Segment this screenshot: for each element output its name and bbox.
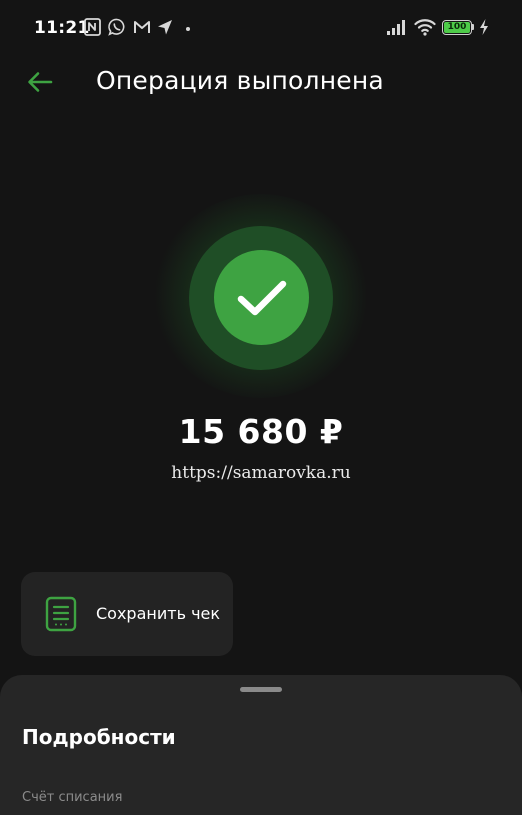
wifi-icon xyxy=(414,19,436,36)
location-arrow-icon xyxy=(158,20,172,35)
details-sheet[interactable]: Подробности Счёт списания xyxy=(0,675,522,815)
charging-bolt-icon xyxy=(480,19,488,35)
debit-account-label: Счёт списания xyxy=(22,790,123,805)
nfc-icon xyxy=(84,18,101,36)
sheet-drag-handle[interactable] xyxy=(240,687,282,692)
status-bar: 11:21 100 xyxy=(0,0,522,56)
battery-icon: 100 xyxy=(442,20,472,35)
signal-icon xyxy=(387,20,405,35)
page-title: Операция выполнена xyxy=(96,66,384,95)
gmail-icon xyxy=(134,21,150,33)
payment-amount: 15 680 ₽ xyxy=(178,412,344,451)
recipient-link: https://samarovka.ru xyxy=(171,463,351,483)
back-button[interactable] xyxy=(20,62,60,102)
save-receipt-button[interactable]: Сохранить чек xyxy=(21,572,233,656)
arrow-left-icon xyxy=(28,72,53,92)
success-badge xyxy=(214,250,309,345)
checkmark-icon xyxy=(237,280,286,315)
whatsapp-icon xyxy=(108,18,125,36)
save-receipt-label: Сохранить чек xyxy=(96,604,221,623)
receipt-icon xyxy=(45,596,77,632)
battery-level: 100 xyxy=(444,22,470,33)
dot-icon xyxy=(186,27,190,31)
details-title: Подробности xyxy=(22,725,176,749)
status-time: 11:21 xyxy=(34,18,90,38)
battery-cap xyxy=(472,24,474,30)
